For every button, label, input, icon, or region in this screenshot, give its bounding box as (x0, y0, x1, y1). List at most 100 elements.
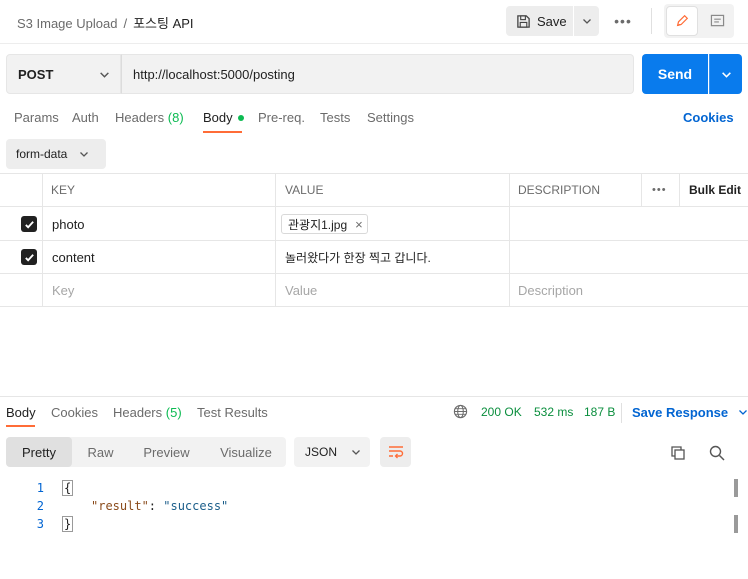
response-tab-headers[interactable]: Headers (5) (113, 405, 182, 420)
response-body-editor[interactable]: 1 2 3 { "result": "success" } (0, 479, 738, 574)
column-options-button[interactable]: ••• (652, 174, 667, 206)
copy-button[interactable] (667, 442, 689, 464)
column-divider (275, 174, 276, 307)
response-pane-divider[interactable] (0, 396, 748, 397)
column-divider (679, 174, 680, 207)
request-header: S3 Image Upload / 포스팅 API Save ••• (0, 0, 748, 44)
response-tab-headers-count: (5) (165, 405, 182, 420)
json-colon: : (148, 499, 164, 513)
column-divider (641, 174, 642, 207)
tab-headers[interactable]: Headers (8) (115, 110, 184, 125)
description-placeholder[interactable]: Description (518, 274, 583, 306)
format-select[interactable]: JSON (294, 437, 370, 467)
checkbox-checked[interactable] (21, 216, 37, 232)
table-row: photo 관광지1.jpg × (0, 208, 748, 241)
url-input[interactable]: http://localhost:5000/posting (121, 54, 634, 94)
file-name: 관광지1.jpg (288, 217, 348, 232)
checkbox-checked[interactable] (21, 249, 37, 265)
body-indicator-dot (237, 114, 244, 121)
remove-file-icon[interactable]: × (355, 217, 363, 232)
save-dropdown-button[interactable] (574, 6, 599, 36)
more-actions-button[interactable]: ••• (608, 6, 638, 36)
close-brace: } (62, 516, 74, 532)
format-label: JSON (305, 445, 338, 459)
tab-settings[interactable]: Settings (367, 110, 414, 125)
response-status[interactable]: 200 OK (481, 405, 522, 419)
breadcrumb: S3 Image Upload / 포스팅 API (17, 13, 194, 32)
response-time[interactable]: 532 ms (534, 405, 573, 419)
cookies-link[interactable]: Cookies (683, 110, 734, 125)
send-button[interactable]: Send (642, 54, 708, 94)
column-divider (42, 174, 43, 307)
save-icon (517, 14, 530, 28)
send-dropdown-button[interactable] (709, 54, 742, 94)
edit-pencil-button[interactable] (666, 6, 698, 36)
tab-tests[interactable]: Tests (320, 110, 350, 125)
code-line-2: "result": "success" (91, 499, 228, 513)
chevron-down-icon (582, 19, 591, 24)
table-header-row: KEY VALUE DESCRIPTION ••• Bulk Edit (0, 174, 748, 207)
checkmark-icon (24, 220, 34, 229)
code-line-3: } (62, 516, 74, 532)
row-checkbox[interactable] (21, 208, 37, 240)
response-tab-cookies[interactable]: Cookies (51, 405, 98, 420)
view-preview[interactable]: Preview (131, 437, 202, 467)
form-data-table: KEY VALUE DESCRIPTION ••• Bulk Edit phot… (0, 173, 748, 307)
row-key[interactable]: photo (52, 208, 85, 240)
code-line-1: { (62, 480, 74, 496)
tab-headers-count: (8) (167, 110, 184, 125)
column-header-key: KEY (51, 183, 76, 197)
response-size[interactable]: 187 B (584, 405, 615, 419)
header-divider (651, 8, 652, 34)
tab-body[interactable]: Body (203, 110, 244, 125)
row-value[interactable]: 놀러왔다가 한장 찍고 갑니다. (285, 241, 431, 273)
breadcrumb-collection[interactable]: S3 Image Upload (17, 16, 117, 31)
response-tab-test-results[interactable]: Test Results (197, 405, 268, 420)
tab-headers-label: Headers (115, 110, 165, 125)
method-select[interactable]: POST (6, 54, 121, 94)
scrollbar-marker[interactable] (734, 515, 738, 533)
key-placeholder[interactable]: Key (52, 274, 74, 306)
column-header-value: VALUE (285, 183, 324, 197)
save-button[interactable]: Save (506, 6, 573, 36)
view-raw[interactable]: Raw (72, 437, 129, 467)
table-row-empty: Key Value Description (0, 274, 748, 307)
value-placeholder[interactable]: Value (285, 274, 317, 306)
tab-params[interactable]: Params (14, 110, 59, 125)
tab-prerequest[interactable]: Pre-req. (258, 110, 305, 125)
table-row: content 놀러왔다가 한장 찍고 갑니다. (0, 241, 748, 274)
tab-body-label: Body (203, 110, 233, 125)
body-type-label: form-data (16, 147, 68, 161)
body-type-select[interactable]: form-data (6, 139, 106, 169)
row-key[interactable]: content (52, 241, 95, 273)
save-label: Save (537, 13, 567, 29)
view-pretty[interactable]: Pretty (6, 437, 72, 467)
row-checkbox[interactable] (21, 241, 37, 273)
json-value: "success" (163, 499, 229, 513)
response-tab-body[interactable]: Body (6, 405, 36, 420)
file-chip: 관광지1.jpg × (281, 214, 368, 234)
search-icon (709, 445, 725, 461)
response-active-tab-indicator (6, 425, 35, 427)
search-button[interactable] (706, 442, 728, 464)
save-response-button[interactable]: Save Response (632, 405, 748, 420)
comments-button[interactable] (702, 6, 732, 36)
globe-icon[interactable] (453, 404, 468, 422)
checkmark-icon (24, 253, 34, 262)
breadcrumb-separator: / (123, 16, 128, 31)
open-brace: { (62, 480, 74, 496)
scrollbar-marker[interactable] (734, 479, 738, 497)
bulk-edit-button[interactable]: Bulk Edit (689, 174, 741, 206)
save-response-label: Save Response (632, 405, 729, 420)
chevron-down-icon (352, 450, 360, 455)
wrap-icon (388, 446, 403, 459)
breadcrumb-request-name[interactable]: 포스팅 API (133, 16, 193, 31)
active-tab-indicator (203, 131, 242, 133)
pencil-icon (676, 14, 689, 27)
view-visualize[interactable]: Visualize (206, 437, 286, 467)
row-value-file[interactable]: 관광지1.jpg × (281, 208, 368, 240)
wrap-lines-button[interactable] (380, 437, 411, 467)
chevron-down-icon (100, 72, 109, 78)
chevron-down-icon (80, 152, 89, 157)
tab-auth[interactable]: Auth (72, 110, 99, 125)
